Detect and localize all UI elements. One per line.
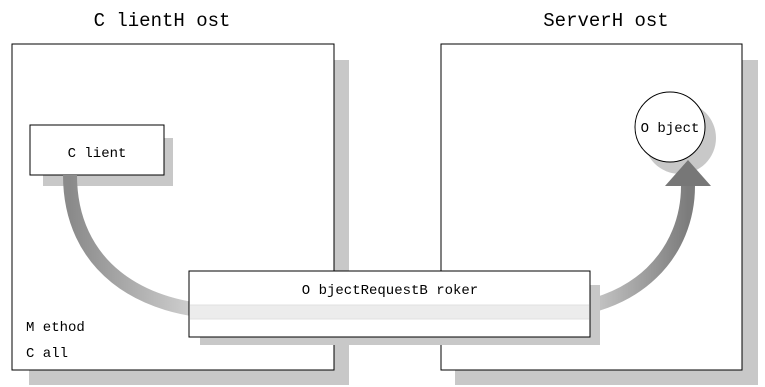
orb-architecture-diagram: C lientH ost C lient ServerH ost O bject… — [11, 10, 758, 385]
object-label: O bject — [641, 121, 700, 137]
orb-group: O bjectRequestB roker — [188, 270, 600, 345]
client-host-title: C lientH ost — [94, 10, 231, 32]
method-call-label-line1: M ethod — [26, 320, 85, 336]
orb-label: O bjectRequestB roker — [302, 283, 478, 299]
method-call-label-line2: C all — [26, 346, 68, 362]
client-box-label: C lient — [68, 146, 127, 162]
server-host-title: ServerH ost — [543, 10, 668, 32]
orb-box — [188, 270, 591, 338]
